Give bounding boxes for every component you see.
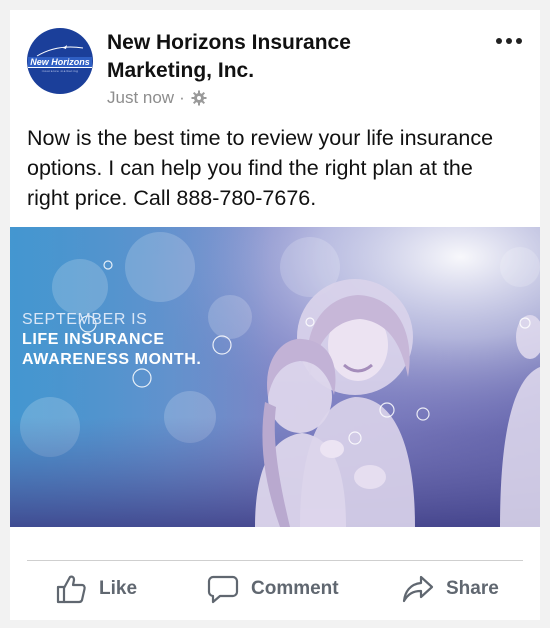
post-photo-illustration [10, 227, 540, 527]
overlay-line-2: LIFE INSURANCE [22, 331, 165, 348]
comment-button[interactable]: Comment [207, 574, 339, 604]
gear-icon[interactable] [191, 90, 207, 106]
overlay-line-3: AWARENESS MONTH. [22, 351, 202, 368]
share-arrow-icon [402, 575, 434, 603]
thumbs-up-icon [56, 575, 86, 604]
actions-divider [27, 560, 523, 561]
dot-icon [516, 38, 522, 44]
comment-label: Comment [251, 578, 339, 599]
dot-icon [506, 38, 512, 44]
like-label: Like [99, 578, 138, 599]
post-meta: Just now · [107, 88, 207, 108]
more-options-button[interactable] [496, 38, 522, 44]
like-button[interactable]: Like [55, 574, 137, 604]
avatar-logo-text: New Horizons [28, 57, 92, 68]
share-label: Share [446, 578, 499, 599]
dot-icon [496, 38, 502, 44]
meta-separator: · [179, 88, 185, 107]
page-avatar[interactable]: New Horizons insurance marketing [27, 28, 93, 94]
speech-bubble-icon [207, 575, 239, 604]
avatar-logo-subtext: insurance marketing [41, 69, 79, 73]
share-button[interactable]: Share [402, 574, 499, 604]
overlay-line-1: SEPTEMBER IS [22, 311, 148, 328]
image-overlay-text: SEPTEMBER IS LIFE INSURANCE AWARENESS MO… [22, 310, 201, 370]
post-timestamp[interactable]: Just now [107, 88, 174, 108]
page-name-link[interactable]: New Horizons Insurance Marketing, Inc. [107, 29, 437, 85]
post-text: Now is the best time to review your life… [27, 126, 494, 210]
post-card: New Horizons insurance marketing New Hor… [10, 10, 540, 620]
post-actions-bar: Like Comment Share [10, 570, 540, 614]
post-image[interactable]: SEPTEMBER IS LIFE INSURANCE AWARENESS MO… [10, 227, 540, 527]
